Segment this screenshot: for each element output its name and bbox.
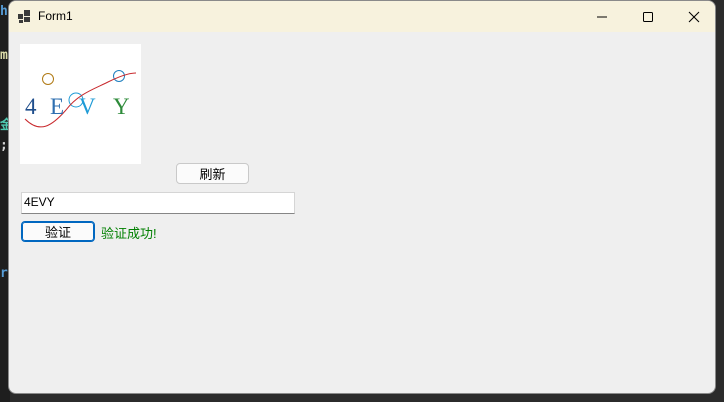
- minimize-icon: [597, 16, 607, 17]
- captcha-char-4: Y: [113, 94, 130, 119]
- close-icon: [688, 11, 700, 22]
- title-bar[interactable]: Form1: [9, 1, 715, 32]
- background-editor-glyph: h: [0, 4, 8, 19]
- close-button[interactable]: [671, 1, 715, 32]
- minimize-button[interactable]: [579, 1, 625, 32]
- verify-button-label: 验证: [44, 225, 71, 240]
- verify-button[interactable]: 验证: [21, 221, 95, 242]
- maximize-icon: [643, 11, 653, 22]
- form-window: Form1 4 E V Y 刷新 4EVY 验证 验证成功!: [8, 0, 716, 394]
- background-editor-glyph: m: [0, 48, 8, 63]
- verification-result-label: 验证成功!: [101, 226, 157, 241]
- captcha-code-value: 4EVY: [24, 195, 55, 209]
- refresh-button-label: 刷新: [199, 167, 226, 182]
- captcha-char-2: E: [50, 94, 64, 119]
- captcha-code-input[interactable]: 4EVY: [21, 192, 295, 214]
- refresh-button[interactable]: 刷新: [176, 163, 249, 184]
- captcha-char-3: V: [79, 94, 96, 119]
- background-editor-glyph: r: [0, 266, 8, 281]
- window-title: Form1: [38, 9, 73, 23]
- background-editor-glyph: ;: [0, 138, 8, 153]
- app-icon: [18, 10, 30, 23]
- captcha-image: 4 E V Y: [20, 44, 141, 164]
- maximize-button[interactable]: [625, 1, 671, 32]
- captcha-char-1: 4: [25, 94, 37, 119]
- captcha-noise-circle: [42, 73, 54, 85]
